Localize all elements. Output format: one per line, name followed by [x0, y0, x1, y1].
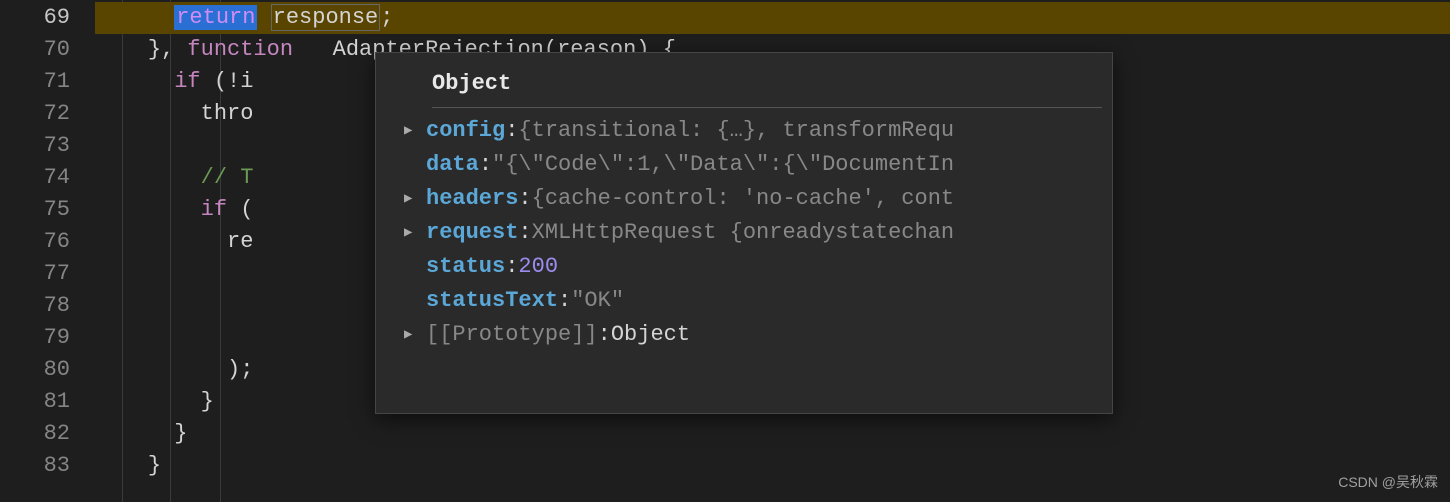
line-number: 73	[0, 130, 70, 162]
property-key: request	[426, 216, 518, 250]
expand-arrow-icon[interactable]: ▶	[404, 182, 426, 216]
tooltip-property[interactable]: data: "{\"Code\":1,\"Data\":{\"DocumentI…	[404, 148, 1102, 182]
expand-arrow-icon[interactable]: ▶	[404, 318, 426, 352]
tooltip-property[interactable]: ▶ headers: {cache-control: 'no-cache', c…	[404, 182, 1102, 216]
property-value: {transitional: {…}, transformRequ	[518, 114, 954, 148]
tooltip-property[interactable]: statusText: "OK"	[404, 284, 1102, 318]
line-number: 69	[0, 2, 70, 34]
property-key: data	[426, 148, 479, 182]
code-line[interactable]: return response;	[95, 2, 1450, 34]
return-keyword: return	[174, 5, 257, 30]
property-value: "{\"Code\":1,\"Data\":{\"DocumentIn	[492, 148, 954, 182]
property-key: [[Prototype]]	[426, 318, 598, 352]
line-number: 77	[0, 258, 70, 290]
property-key: statusText	[426, 284, 558, 318]
line-number: 75	[0, 194, 70, 226]
code-content[interactable]: return response; }, function AdapterReje…	[95, 0, 1450, 502]
line-number: 83	[0, 450, 70, 482]
property-value: "OK"	[571, 284, 624, 318]
line-number: 78	[0, 290, 70, 322]
expand-arrow-icon[interactable]: ▶	[404, 114, 426, 148]
tooltip-title: Object	[432, 67, 1102, 108]
line-number: 72	[0, 98, 70, 130]
line-number: 74	[0, 162, 70, 194]
line-number: 82	[0, 418, 70, 450]
line-number: 70	[0, 34, 70, 66]
line-number: 71	[0, 66, 70, 98]
tooltip-prototype[interactable]: ▶ [[Prototype]]: Object	[404, 318, 1102, 352]
property-key: headers	[426, 182, 518, 216]
tooltip-property[interactable]: ▶ request: XMLHttpRequest {onreadystatec…	[404, 216, 1102, 250]
code-editor[interactable]: 69 70 71 72 73 74 75 76 77 78 79 80 81 8…	[0, 0, 1450, 502]
line-number: 81	[0, 386, 70, 418]
code-line[interactable]: }	[95, 450, 1450, 482]
property-value: {cache-control: 'no-cache', cont	[532, 182, 954, 216]
property-key: config	[426, 114, 505, 148]
line-number: 80	[0, 354, 70, 386]
line-number: 76	[0, 226, 70, 258]
tooltip-property[interactable]: status: 200	[404, 250, 1102, 284]
line-number-gutter: 69 70 71 72 73 74 75 76 77 78 79 80 81 8…	[0, 0, 95, 502]
debug-hover-tooltip[interactable]: Object ▶ config: {transitional: {…}, tra…	[375, 52, 1113, 414]
property-value: 200	[518, 250, 558, 284]
property-key: status	[426, 250, 505, 284]
watermark: CSDN @吴秋霖	[1338, 472, 1438, 492]
line-number: 79	[0, 322, 70, 354]
property-value: XMLHttpRequest {onreadystatechan	[532, 216, 954, 250]
tooltip-property[interactable]: ▶ config: {transitional: {…}, transformR…	[404, 114, 1102, 148]
code-line[interactable]: }	[95, 418, 1450, 450]
expand-arrow-icon[interactable]: ▶	[404, 216, 426, 250]
property-value: Object	[611, 318, 690, 352]
